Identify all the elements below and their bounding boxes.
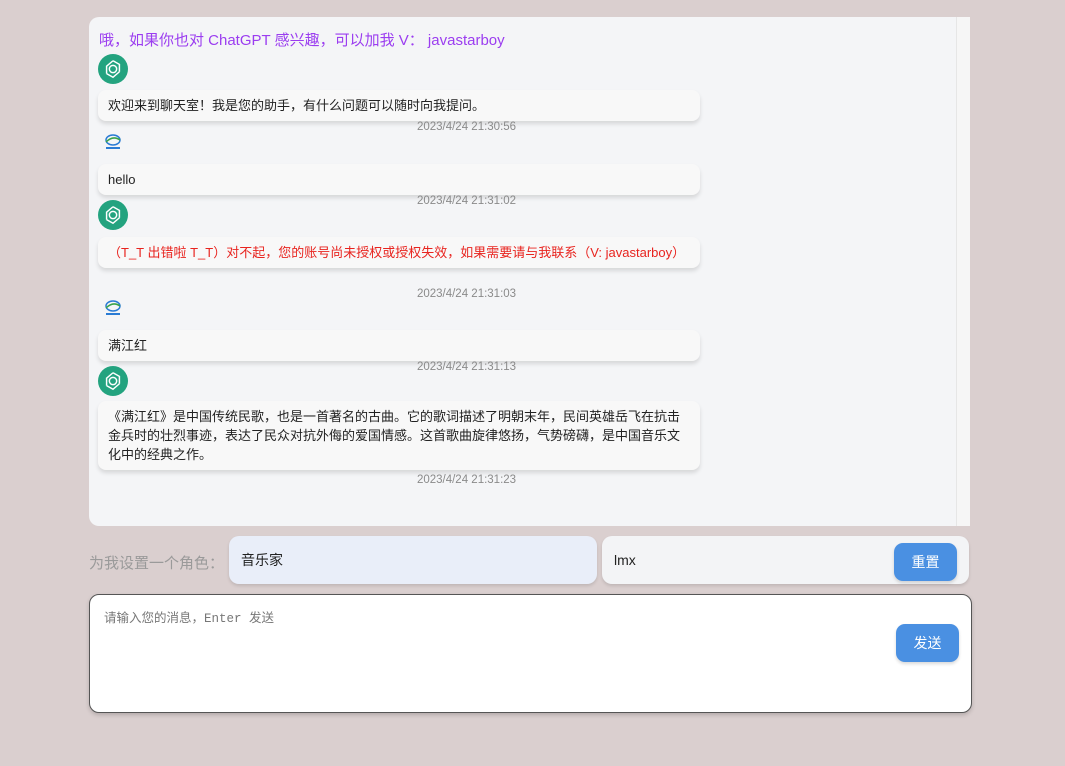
message-timestamp: 2023/4/24 21:30:56 [416, 121, 517, 133]
message-bubble: hello [98, 164, 700, 195]
name-field-group: 重置 [602, 536, 969, 584]
message-bubble: 《满江红》是中国传统民歌，也是一首著名的古曲。它的歌词描述了明朝末年，民间英雄岳… [98, 401, 700, 470]
name-input[interactable] [602, 536, 882, 584]
send-button[interactable]: 发送 [896, 624, 959, 662]
error-message-bubble: （T_T 出错啦 T_T）对不起，您的账号尚未授权或授权失效，如果需要请与我联系… [98, 237, 700, 268]
message-composer: 发送 [89, 594, 972, 713]
message-bubble: 满江红 [98, 330, 700, 361]
message-timestamp: 2023/4/24 21:31:02 [416, 195, 517, 207]
chat-history-panel[interactable]: 哦，如果你也对 ChatGPT 感兴趣，可以加我 V： javastarboy … [89, 17, 970, 526]
contact-notice: 哦，如果你也对 ChatGPT 感兴趣，可以加我 V： javastarboy [99, 32, 505, 49]
assistant-avatar-icon [98, 366, 128, 396]
message-input[interactable] [90, 595, 880, 712]
chat-scrollbar[interactable] [956, 17, 970, 526]
message-timestamp: 2023/4/24 21:31:03 [416, 288, 517, 300]
assistant-avatar-icon [98, 54, 128, 84]
assistant-avatar-icon [98, 200, 128, 230]
reset-button[interactable]: 重置 [894, 543, 957, 581]
role-label: 为我设置一个角色： [89, 555, 225, 572]
message-bubble: 欢迎来到聊天室！我是您的助手，有什么问题可以随时向我提问。 [98, 90, 700, 121]
role-input[interactable] [229, 536, 597, 584]
user-avatar-icon [103, 297, 123, 317]
user-avatar-icon [103, 131, 123, 151]
message-timestamp: 2023/4/24 21:31:13 [416, 361, 517, 373]
message-timestamp: 2023/4/24 21:31:23 [416, 474, 517, 486]
